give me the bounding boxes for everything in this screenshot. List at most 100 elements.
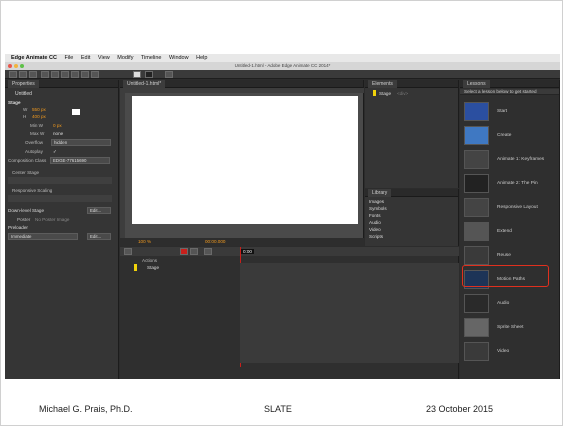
preloader-label[interactable]: Preloader <box>8 225 28 230</box>
footer-date: 23 October 2015 <box>426 404 494 414</box>
lesson-video[interactable]: Video <box>462 338 549 366</box>
timeline-tracks[interactable] <box>240 263 459 363</box>
lesson-sprite-sheet-thumbnail <box>464 318 489 337</box>
menu-modify[interactable]: Modify <box>117 55 133 61</box>
select-tool-icon[interactable] <box>9 71 17 78</box>
autoplay-checkbox[interactable]: ✓ <box>53 149 57 155</box>
max-width-value[interactable]: none <box>53 131 63 136</box>
downlevel-edit-button[interactable]: Edit... <box>87 207 111 214</box>
min-width-value[interactable]: 0 px <box>53 123 62 128</box>
library-scripts[interactable]: Scripts <box>369 234 383 239</box>
overflow-select[interactable]: hidden <box>51 139 111 146</box>
timeline-stage-row[interactable]: Stage <box>147 265 159 270</box>
zoom-level[interactable]: 100 % <box>138 238 151 246</box>
window-title: Untitled-1.html - Adobe Edge Animate CC … <box>234 63 331 68</box>
stage-timecode[interactable]: 00:00.000 <box>205 238 225 246</box>
rounded-rect-tool-icon[interactable] <box>51 71 59 78</box>
menu-file[interactable]: File <box>64 55 73 61</box>
elements-panel: Elements Stage <div> <box>365 80 459 188</box>
lesson-video-thumbnail <box>464 342 489 361</box>
tab-library[interactable]: Library <box>368 189 392 197</box>
lessons-subtitle: Select a lesson below to get started <box>460 89 559 95</box>
auto-keyframe-icon[interactable] <box>180 248 188 255</box>
menu-edit[interactable]: Edit <box>81 55 90 61</box>
elements-stage-item[interactable]: Stage <box>379 91 391 96</box>
lesson-responsive-label: Responsive Layout <box>497 205 538 210</box>
min-width-label: Min W <box>30 123 44 128</box>
transform-tool-icon[interactable] <box>19 71 27 78</box>
stage-color-marker <box>373 90 376 96</box>
timeline-panel: Actions Stage 0:00 <box>120 247 459 379</box>
center-stage-select[interactable] <box>8 177 112 184</box>
tab-stage-document[interactable]: Untitled-1.html* <box>123 80 166 88</box>
width-value[interactable]: 550 px <box>32 107 46 112</box>
document-title: Untitled <box>15 91 32 97</box>
max-width-label: Max W <box>30 131 45 136</box>
edge-animate-screenshot: Edge Animate CC File Edit View Modify Ti… <box>5 54 560 379</box>
stage-panel: Untitled-1.html* 100 % 00:00.000 <box>120 80 364 246</box>
lesson-audio-thumbnail <box>464 294 489 313</box>
easing-icon[interactable] <box>204 248 212 255</box>
motion-paths-highlight <box>462 265 549 287</box>
preloader-select[interactable]: Immediate <box>8 233 78 240</box>
text-tool-icon[interactable] <box>71 71 79 78</box>
library-audio[interactable]: Audio <box>369 220 381 225</box>
stage-canvas[interactable] <box>132 96 358 224</box>
autoplay-label: Autoplay <box>25 149 43 154</box>
stage-color-picker[interactable] <box>72 109 80 115</box>
menu-view[interactable]: View <box>98 55 110 61</box>
play-controls-icon[interactable] <box>124 248 132 255</box>
lesson-reuse-label: Reuse <box>497 253 511 258</box>
timeline-stage-marker <box>134 264 137 271</box>
elements-stage-tag: <div> <box>397 91 409 96</box>
pin-icon[interactable] <box>190 248 198 255</box>
center-stage-toggle[interactable]: Center Stage <box>12 170 39 175</box>
properties-panel: Properties Untitled Stage W 550 px H 400… <box>5 80 119 379</box>
height-value[interactable]: 400 px <box>32 114 46 119</box>
tab-properties[interactable]: Properties <box>8 80 39 88</box>
responsive-scaling-toggle[interactable]: Responsive Scaling <box>12 188 52 193</box>
tab-elements[interactable]: Elements <box>368 80 397 88</box>
composition-class-field[interactable]: EDGE-77615690 <box>50 157 110 164</box>
lesson-audio-label: Audio <box>497 301 510 306</box>
ellipse-tool-icon[interactable] <box>61 71 69 78</box>
hand-tool-icon[interactable] <box>81 71 89 78</box>
library-video[interactable]: Video <box>369 227 381 232</box>
timeline-controls <box>120 247 459 256</box>
window-titlebar: Untitled-1.html - Adobe Edge Animate CC … <box>5 62 560 70</box>
overflow-label: Overflow <box>25 140 44 145</box>
app-name[interactable]: Edge Animate CC <box>11 55 57 61</box>
preloader-edit-button[interactable]: Edit... <box>87 233 111 240</box>
section-stage[interactable]: Stage <box>8 100 21 105</box>
library-symbols[interactable]: Symbols <box>369 206 387 211</box>
height-label: H <box>23 114 27 119</box>
lesson-extend-thumbnail <box>464 222 489 241</box>
tools-bar <box>5 70 560 79</box>
stage-color-swatch[interactable] <box>133 71 141 78</box>
footer-center: SLATE <box>264 404 292 414</box>
motion-path-toggle-icon[interactable] <box>165 71 173 78</box>
responsive-scaling-select[interactable] <box>8 195 112 202</box>
vertical-ruler[interactable] <box>120 88 125 238</box>
library-fonts[interactable]: Fonts <box>369 213 381 218</box>
horizontal-ruler[interactable] <box>120 88 364 93</box>
zoom-tool-icon[interactable] <box>91 71 99 78</box>
menu-help[interactable]: Help <box>196 55 207 61</box>
rectangle-tool-icon[interactable] <box>41 71 49 78</box>
poster-label: Poster <box>17 217 31 222</box>
lesson-responsive-thumbnail <box>464 198 489 217</box>
lesson-reuse-thumbnail <box>464 246 489 265</box>
clipping-tool-icon[interactable] <box>29 71 37 78</box>
menu-timeline[interactable]: Timeline <box>141 55 162 61</box>
tab-lessons[interactable]: Lessons <box>463 80 490 88</box>
lesson-create-label: Create <box>497 133 512 138</box>
lesson-extend-label: Extend <box>497 229 512 234</box>
border-color-swatch[interactable] <box>145 71 153 78</box>
timeline-actions-label[interactable]: Actions <box>142 258 157 263</box>
lesson-sprite-sheet-label: Sprite Sheet <box>497 325 524 330</box>
lesson-video-label: Video <box>497 349 510 354</box>
library-images[interactable]: Images <box>369 199 384 204</box>
lesson-pin-label: Animate 2: The Pin <box>497 181 538 186</box>
menu-window[interactable]: Window <box>169 55 189 61</box>
lesson-keyframes-thumbnail <box>464 150 489 169</box>
